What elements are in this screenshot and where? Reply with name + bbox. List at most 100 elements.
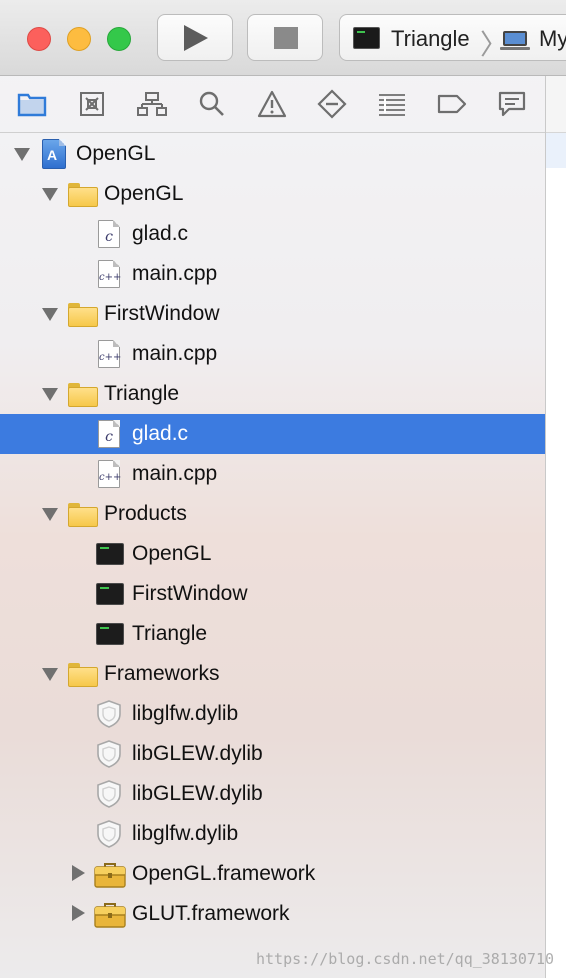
tree-row[interactable]: c++ main.cpp [0,334,545,374]
breakpoint-navigator-tag-icon[interactable] [436,89,468,119]
tree-row-label: libglfw.dylib [132,822,239,845]
tree-row[interactable]: OpenGL [0,174,545,214]
dylib-shield-icon [96,780,122,808]
disclosure-triangle-open-icon[interactable] [42,388,58,401]
run-button[interactable] [157,14,233,61]
debug-navigator-list-icon[interactable] [376,89,408,119]
tree-row[interactable]: OpenGL [0,534,545,574]
issue-navigator-warning-icon[interactable] [256,89,288,119]
xcode-project-icon: A [42,139,66,169]
terminal-app-icon [353,27,380,49]
scheme-name: Triangle [391,26,470,51]
tree-row[interactable]: c++ main.cpp [0,454,545,494]
stop-button[interactable] [247,14,323,61]
tree-row-label: Triangle [132,622,208,645]
disclosure-triangle-open-icon[interactable] [42,508,58,521]
navigator-selector-bar [0,76,545,133]
tree-row-label: main.cpp [132,342,218,365]
tree-row-label: libGLEW.dylib [132,782,263,805]
tree-row-label: Triangle [104,382,180,405]
symbol-navigator-hierarchy-icon[interactable] [136,89,168,119]
tree-row-label: main.cpp [132,462,218,485]
tree-row-label: libglfw.dylib [132,702,239,725]
minimize-window-button[interactable] [67,27,91,51]
scheme-selector[interactable]: Triangle 〉 My [339,14,566,61]
disclosure-triangle-closed-icon[interactable] [72,905,85,921]
report-navigator-speech-bubble-icon[interactable] [496,89,528,119]
editor-jump-bar [546,76,566,133]
project-navigator-folder-icon[interactable] [16,89,48,119]
cpp-source-file-icon: c++ [98,260,122,288]
find-navigator-search-icon[interactable] [196,89,228,119]
folder-icon [68,183,98,207]
folder-icon [68,503,98,527]
tree-row[interactable]: FirstWindow [0,294,545,334]
dylib-shield-icon [96,740,122,768]
tree-row-label: main.cpp [132,262,218,285]
tree-row-label: OpenGL [132,542,212,565]
tree-row[interactable]: OpenGL.framework [0,854,545,894]
folder-icon [68,383,98,407]
tree-row[interactable]: Triangle [0,374,545,414]
source-control-navigator-icon[interactable] [76,89,108,119]
cpp-source-file-icon: c++ [98,340,122,368]
tree-row-label: FirstWindow [104,302,220,325]
file-type-glyph: c++ [99,272,122,283]
tree-row[interactable]: A OpenGL [0,134,545,174]
file-type-glyph: c [105,429,113,445]
tree-row[interactable]: FirstWindow [0,574,545,614]
tree-row[interactable]: c++ main.cpp [0,254,545,294]
executable-terminal-icon [96,583,124,605]
mac-laptop-icon [500,31,530,50]
tree-row-label: OpenGL.framework [132,862,316,885]
navigator-editor-divider[interactable] [545,76,546,978]
tree-row[interactable]: GLUT.framework [0,894,545,934]
tree-row-label: glad.c [132,222,189,245]
stop-icon [274,27,298,49]
framework-toolbox-icon [94,862,126,888]
tree-row[interactable]: libglfw.dylib [0,814,545,854]
disclosure-triangle-open-icon[interactable] [42,668,58,681]
dylib-shield-icon [96,820,122,848]
zoom-window-button[interactable] [107,27,131,51]
tree-row[interactable]: c glad.c [0,414,545,454]
disclosure-triangle-open-icon[interactable] [14,148,30,161]
close-window-button[interactable] [27,27,51,51]
c-source-file-icon: c [98,220,120,248]
tree-row-label: Products [104,502,187,525]
disclosure-triangle-closed-icon[interactable] [72,865,85,881]
tree-row-label: GLUT.framework [132,902,290,925]
test-navigator-diamond-icon[interactable] [316,89,348,119]
cpp-source-file-icon: c++ [98,460,122,488]
destination-name: My [539,26,566,51]
tree-row-label: OpenGL [104,182,184,205]
dylib-shield-icon [96,700,122,728]
folder-icon [68,663,98,687]
watermark-text: https://blog.csdn.net/qq_38130710 [255,950,554,968]
executable-terminal-icon [96,543,124,565]
executable-terminal-icon [96,623,124,645]
file-type-glyph: c++ [99,472,122,483]
tree-row[interactable]: libGLEW.dylib [0,734,545,774]
tree-row-label: FirstWindow [132,582,248,605]
tree-row-label: libGLEW.dylib [132,742,263,765]
disclosure-triangle-open-icon[interactable] [42,188,58,201]
tree-row[interactable]: Frameworks [0,654,545,694]
tree-row[interactable]: libGLEW.dylib [0,774,545,814]
tree-row-label: Frameworks [104,662,220,685]
c-source-file-icon: c [98,420,120,448]
editor-current-line-highlight [546,133,566,168]
tree-row[interactable]: Products [0,494,545,534]
window-toolbar: Triangle 〉 My [0,0,566,76]
file-type-glyph: c++ [99,352,122,363]
play-icon [184,25,208,51]
framework-toolbox-icon [94,902,126,928]
disclosure-triangle-open-icon[interactable] [42,308,58,321]
tree-row[interactable]: c glad.c [0,214,545,254]
tree-row[interactable]: libglfw.dylib [0,694,545,734]
tree-row-label: OpenGL [76,142,156,165]
folder-icon [68,303,98,327]
file-type-glyph: c [105,229,113,245]
editor-area[interactable] [546,76,566,978]
tree-row[interactable]: Triangle [0,614,545,654]
